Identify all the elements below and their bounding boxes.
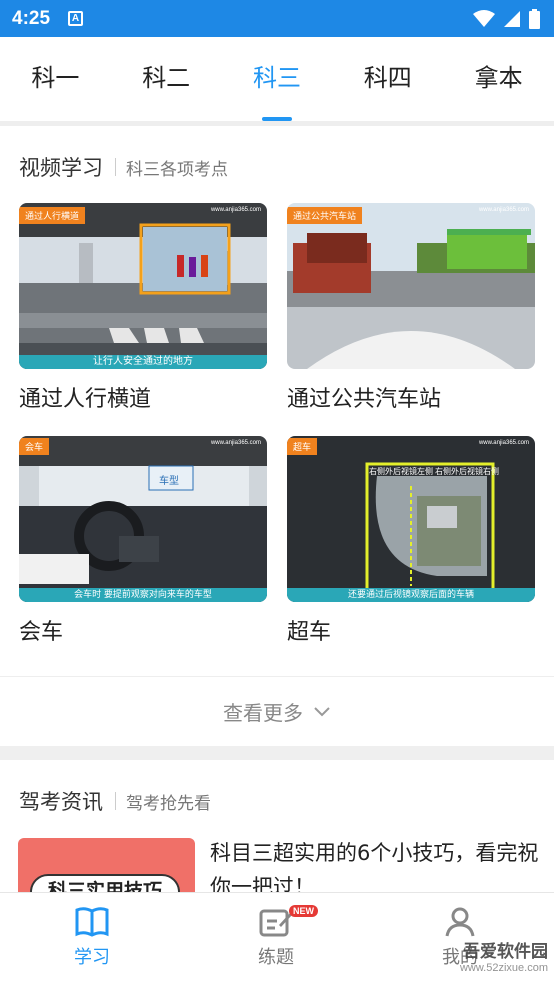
video-site: www.anjia365.com: [210, 207, 261, 213]
wifi-icon: [473, 9, 495, 27]
video-thumbnail[interactable]: 会车 www.anjia365.com 车型 会车时 要提前观察对向来车的车型: [19, 436, 267, 602]
tab-label: 拿本: [474, 64, 523, 92]
subject-tabs: 科一 科二 科三 科四 拿本: [0, 37, 554, 121]
video-site: www.anjia365.com: [210, 440, 261, 446]
tab-label: 科三: [252, 64, 301, 92]
nav-label: 练题: [258, 947, 294, 968]
new-badge: NEW: [289, 905, 318, 917]
tab-get-license[interactable]: 拿本: [443, 37, 554, 121]
status-time: 4:25: [12, 7, 51, 29]
video-title: 通过公共汽车站: [287, 387, 442, 412]
tabs-divider: [0, 121, 554, 126]
chevron-down-icon: [314, 706, 330, 716]
watermark-title: 吾爱软件园: [463, 942, 548, 962]
status-icons: [473, 8, 540, 29]
video-title: 会车: [19, 620, 64, 645]
tab-label: 科一: [31, 64, 80, 92]
section-subtitle: 驾考抢先看: [126, 793, 211, 814]
nav-label: 学习: [74, 947, 110, 968]
video-site: www.anjia365.com: [478, 207, 529, 213]
video-site: www.anjia365.com: [478, 440, 529, 446]
signal-icon: [504, 10, 520, 27]
status-bar: 4:25 A: [0, 0, 554, 37]
header-separator: [115, 792, 116, 810]
news-thumbnail[interactable]: 科三实用技巧: [18, 838, 195, 898]
section-title: 驾考资讯: [19, 790, 103, 814]
watermark-url: www.52zixue.com: [459, 962, 548, 974]
video-caption: 让行人安全通过的地方: [19, 355, 267, 369]
video-tag: 会车: [19, 438, 50, 455]
nav-practice[interactable]: NEW 练题: [184, 893, 368, 984]
section-title: 视频学习: [19, 156, 103, 180]
video-card[interactable]: 超车 www.anjia365.com 右侧外后视镜左侧 右侧外后视镜右侧 还要…: [287, 436, 535, 646]
video-tag: 通过公共汽车站: [287, 207, 363, 224]
section-subtitle: 科三各项考点: [126, 159, 228, 180]
video-tag: 通过人行横道: [19, 207, 86, 224]
edit-icon: [259, 909, 292, 937]
nav-study[interactable]: 学习: [0, 893, 184, 984]
tab-subject-2[interactable]: 科二: [111, 37, 222, 121]
user-icon: [445, 907, 475, 937]
news-section-header: 驾考资讯 驾考抢先看: [19, 786, 211, 816]
mirror-note-left: 右侧外后视镜左侧: [369, 467, 433, 476]
video-card[interactable]: 会车 www.anjia365.com 车型 会车时 要提前观察对向来车的车型 …: [19, 436, 267, 646]
app-screen: 4:25 A 科一 科二 科三 科四 拿本 视频学习 科三各项考点 通过人行横道…: [0, 0, 554, 984]
video-thumbnail[interactable]: 通过人行横道 www.anjia365.com 让行人安全通过的地方: [19, 203, 267, 369]
video-title: 超车: [287, 620, 332, 645]
video-thumbnail[interactable]: 通过公共汽车站 www.anjia365.com: [287, 203, 535, 369]
road-sign-label: 车型: [159, 476, 179, 487]
see-more-label: 查看更多: [223, 701, 303, 725]
video-caption: 还要通过后视镜观察后面的车辆: [287, 588, 535, 602]
battery-icon: [529, 8, 540, 29]
video-caption: 会车时 要提前观察对向来车的车型: [19, 588, 267, 602]
header-separator: [115, 158, 116, 176]
tab-label: 科二: [142, 64, 191, 92]
tab-subject-3[interactable]: 科三: [222, 37, 333, 121]
video-tag: 超车: [287, 438, 318, 455]
video-thumbnail[interactable]: 超车 www.anjia365.com 右侧外后视镜左侧 右侧外后视镜右侧 还要…: [287, 436, 535, 602]
tab-label: 科四: [363, 64, 412, 92]
notification-a-icon: A: [68, 11, 84, 26]
video-card[interactable]: 通过公共汽车站 www.anjia365.com 通过公共汽车站: [287, 203, 535, 413]
watermark: 吾爱软件园 www.52zixue.com: [460, 937, 548, 974]
section-divider: [0, 746, 554, 760]
video-section-header: 视频学习 科三各项考点: [19, 152, 228, 182]
tab-subject-1[interactable]: 科一: [0, 37, 111, 121]
video-title: 通过人行横道: [19, 387, 152, 412]
tab-subject-4[interactable]: 科四: [332, 37, 443, 121]
see-more-button[interactable]: 查看更多: [0, 676, 554, 746]
mirror-note-right: 右侧外后视镜右侧: [435, 467, 499, 476]
video-card[interactable]: 通过人行横道 www.anjia365.com 让行人安全通过的地方 通过人行横…: [19, 203, 267, 413]
book-icon: [75, 907, 109, 937]
